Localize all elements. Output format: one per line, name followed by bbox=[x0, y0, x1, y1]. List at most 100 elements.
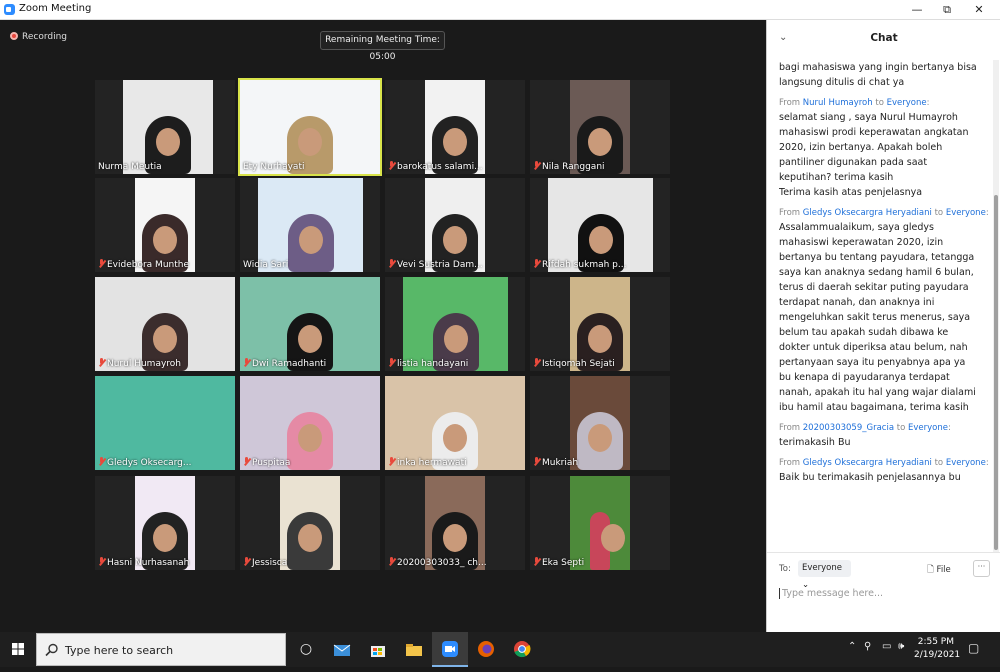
sender-name[interactable]: Nurul Humayroh bbox=[803, 98, 873, 108]
message-line: ibu hamil atau bagaimana, terima kasih bbox=[779, 402, 969, 413]
recipient-name[interactable]: Everyone bbox=[887, 98, 927, 108]
participant-figure bbox=[287, 412, 333, 470]
message-line: terimakasih Bu bbox=[779, 437, 851, 448]
participant-figure bbox=[590, 512, 625, 570]
window-titlebar: Zoom Meeting — ⧉ ✕ bbox=[0, 0, 1000, 20]
video-feed bbox=[570, 476, 630, 570]
chevron-up-icon[interactable]: ⌃ bbox=[848, 641, 856, 652]
participant-figure bbox=[577, 412, 623, 470]
sender-name[interactable]: Gledys Oksecargra Heryadiani bbox=[803, 458, 932, 468]
to-label: To: bbox=[779, 564, 791, 574]
participant-tile[interactable]: Nurma Meutia bbox=[95, 80, 235, 174]
chat-message: From Gledys Oksecargra Heryadiani to Eve… bbox=[779, 457, 991, 485]
participant-tile[interactable]: Jessisca bbox=[240, 476, 380, 570]
participant-tile[interactable]: Vevi Sustria Dam... bbox=[385, 178, 525, 272]
scrollbar-thumb[interactable] bbox=[994, 195, 998, 550]
firefox-icon[interactable] bbox=[468, 632, 504, 667]
message-line: Terima kasih atas penjelasnya bbox=[779, 187, 923, 198]
participant-tile[interactable]: Widia Sari bbox=[240, 178, 380, 272]
participant-tile[interactable]: Dwi Ramadhanti bbox=[240, 277, 380, 371]
video-feed bbox=[385, 376, 525, 470]
participant-name: inka hermawati bbox=[388, 457, 467, 468]
message-sender-line: From Nurul Humayroh to Everyone: bbox=[779, 98, 930, 108]
minimize-button[interactable]: — bbox=[902, 0, 932, 20]
store-icon[interactable] bbox=[360, 632, 396, 667]
muted-mic-icon bbox=[98, 259, 105, 268]
recipient-bar: To: Everyone ⌄ 🗋 File ··· bbox=[767, 552, 1000, 590]
muted-mic-icon bbox=[533, 259, 540, 268]
video-feed bbox=[548, 178, 653, 272]
sender-name[interactable]: Gledys Oksecargra Heryadiani bbox=[803, 208, 932, 218]
recipient-name[interactable]: Everyone bbox=[908, 423, 948, 433]
sender-name[interactable]: 20200303059_Gracia bbox=[803, 423, 894, 433]
participant-tile[interactable]: Gledys Oksecarg... bbox=[95, 376, 235, 470]
recipient-name[interactable]: Everyone bbox=[946, 208, 986, 218]
recipient-dropdown[interactable]: Everyone ⌄ bbox=[798, 560, 851, 590]
participant-tile[interactable]: Rifdah sukmah p... bbox=[530, 178, 670, 272]
muted-mic-icon bbox=[533, 557, 540, 566]
message-line: nanah, apakah itu hal yang wajar dialami bbox=[779, 387, 976, 398]
message-line: bertanya bu tentang payudara, tetangga bbox=[779, 252, 975, 263]
participant-tile[interactable]: inka hermawati bbox=[385, 376, 525, 470]
participant-name: Hasni Nurhasanah bbox=[98, 557, 189, 568]
chat-messages[interactable]: bagi mahasiswa yang ingin bertanya bisa … bbox=[779, 60, 991, 552]
video-feed bbox=[240, 277, 380, 371]
participant-tile[interactable]: Nurul Humayroh bbox=[95, 277, 235, 371]
participant-tile[interactable]: 20200303033_ ch... bbox=[385, 476, 525, 570]
message-line: Baik bu terimakasih penjelasannya bu bbox=[779, 472, 961, 483]
cortana-icon[interactable]: ○ bbox=[288, 632, 324, 667]
participant-tile[interactable]: barokatus salami... bbox=[385, 80, 525, 174]
remaining-time-badge: Remaining Meeting Time: 05:00 bbox=[320, 31, 445, 62]
chat-header: ⌄ Chat bbox=[767, 20, 1000, 60]
network-icon[interactable]: ⚲ bbox=[864, 641, 871, 652]
chat-message-input[interactable]: Type message here... bbox=[779, 588, 883, 599]
restore-button[interactable]: ⧉ bbox=[932, 0, 962, 20]
participant-tile[interactable]: Nila Ranggani bbox=[530, 80, 670, 174]
muted-mic-icon bbox=[388, 161, 395, 170]
message-line: dokter untuk diperiksa atau belum, nah bbox=[779, 342, 968, 353]
notifications-icon[interactable]: ▢ bbox=[968, 641, 979, 655]
participant-name: Eka Septi bbox=[533, 557, 584, 568]
zoom-taskbar-icon[interactable] bbox=[432, 632, 468, 667]
participant-tile[interactable]: Evidebora Munthe bbox=[95, 178, 235, 272]
taskbar-clock[interactable]: 2:55 PM 2/19/2021 bbox=[914, 636, 960, 662]
chrome-icon[interactable] bbox=[504, 632, 540, 667]
video-feed bbox=[425, 178, 485, 272]
participant-tile-active-speaker[interactable]: Ety Nurhayati bbox=[238, 78, 382, 176]
message-line: pertanyaan saya itu penyabnya apa ya bbox=[779, 357, 966, 368]
participant-name: Gledys Oksecarg... bbox=[98, 457, 191, 468]
muted-mic-icon bbox=[533, 358, 540, 367]
message-line: selamat siang , saya Nurul Humayroh bbox=[779, 112, 958, 123]
message-line: bagi mahasiswa yang ingin bertanya bisa bbox=[779, 62, 977, 73]
start-button[interactable] bbox=[0, 632, 36, 667]
recording-indicator[interactable]: Recording bbox=[10, 32, 67, 42]
video-feed bbox=[425, 476, 485, 570]
meeting-area: Recording Remaining Meeting Time: 05:00 … bbox=[0, 20, 766, 632]
muted-mic-icon bbox=[98, 457, 105, 466]
file-explorer-icon[interactable] bbox=[396, 632, 432, 667]
participant-name: Nurul Humayroh bbox=[98, 358, 181, 369]
participant-tile[interactable]: Eka Septi bbox=[530, 476, 670, 570]
volume-icon[interactable]: 🕪 bbox=[898, 641, 904, 652]
participant-name: Nila Ranggani bbox=[533, 161, 605, 172]
battery-icon[interactable]: ▭ bbox=[882, 641, 891, 652]
participant-tile[interactable]: Hasni Nurhasanah bbox=[95, 476, 235, 570]
chat-scrollbar[interactable] bbox=[993, 60, 999, 552]
close-button[interactable]: ✕ bbox=[964, 0, 994, 20]
participant-tile[interactable]: Mukriah bbox=[530, 376, 670, 470]
participant-tile[interactable]: listia handayani bbox=[385, 277, 525, 371]
muted-mic-icon bbox=[243, 457, 250, 466]
participant-tile[interactable]: Puspitaa bbox=[240, 376, 380, 470]
more-options-button[interactable]: ··· bbox=[973, 560, 990, 577]
video-feed bbox=[570, 80, 630, 174]
taskbar-search[interactable]: Type here to search bbox=[36, 633, 286, 666]
video-feed bbox=[240, 376, 380, 470]
chat-message: From 20200303059_Gracia to Everyone: ter… bbox=[779, 422, 991, 450]
message-line: terus di daerah sekitar puting payudara bbox=[779, 282, 969, 293]
windows-logo-icon bbox=[12, 643, 24, 655]
recipient-name[interactable]: Everyone bbox=[946, 458, 986, 468]
participant-tile[interactable]: Istiqomah Sejati bbox=[530, 277, 670, 371]
file-button[interactable]: 🗋 File bbox=[927, 564, 951, 578]
mail-icon[interactable] bbox=[324, 632, 360, 667]
window-title: Zoom Meeting bbox=[19, 3, 92, 14]
